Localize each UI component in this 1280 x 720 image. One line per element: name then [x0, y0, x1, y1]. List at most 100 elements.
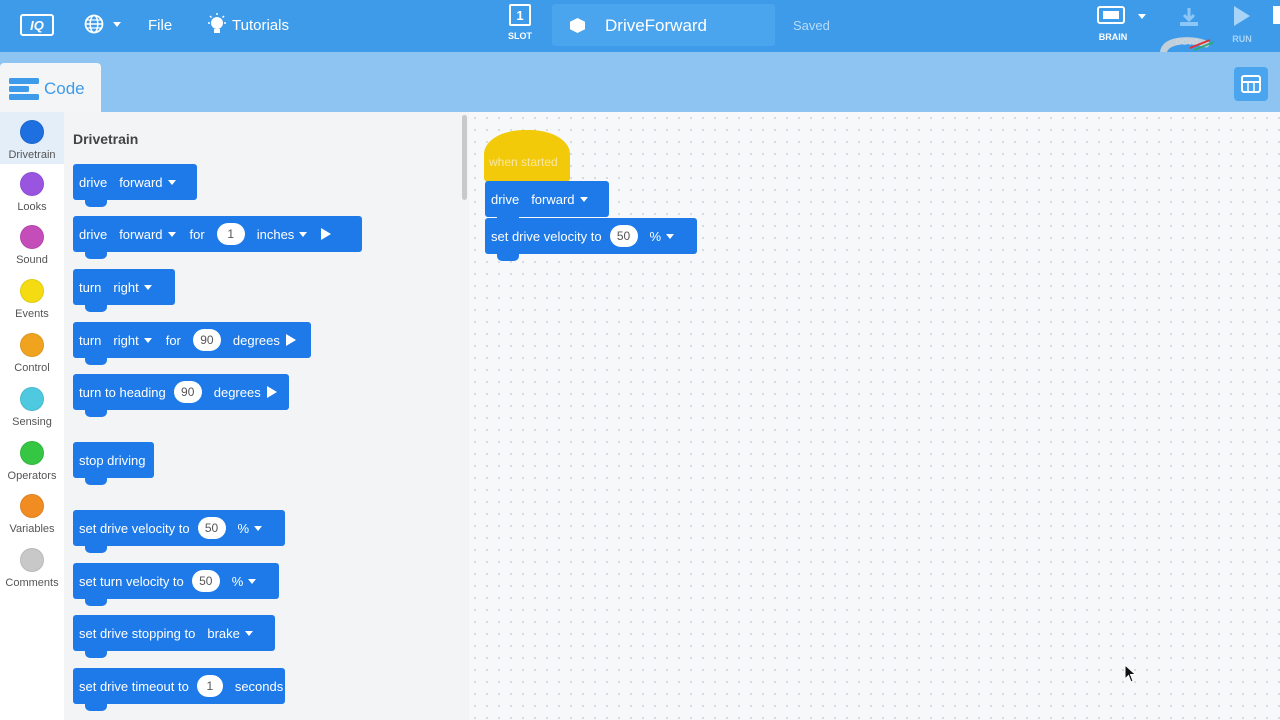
category-sensing[interactable]: Sensing	[0, 387, 64, 428]
chevron-down-icon	[113, 21, 121, 27]
block-text: for	[165, 332, 181, 348]
category-label: Comments	[5, 577, 59, 589]
palette-block-set-drive-timeout[interactable]: set drive timeout to 1 seconds	[73, 668, 285, 711]
palette-block-set-turn-velocity[interactable]: set turn velocity to 50 %	[73, 563, 279, 606]
velocity-input[interactable]: 50	[197, 517, 226, 539]
unit-dropdown[interactable]: %	[650, 229, 675, 244]
block-text: drive	[79, 174, 108, 190]
palette-block-turn[interactable]: turn right	[73, 269, 175, 312]
category-label: Operators	[7, 470, 57, 482]
code-blocks-icon	[9, 78, 39, 100]
category-events[interactable]: Events	[0, 279, 64, 320]
direction-dropdown[interactable]: right	[113, 280, 152, 295]
stop-button-partial[interactable]	[1273, 6, 1280, 24]
chevron-down-icon	[299, 231, 308, 237]
category-control[interactable]: Control	[0, 333, 64, 374]
category-label: Control	[14, 362, 50, 374]
project-name-field[interactable]: DriveForward	[552, 4, 775, 46]
language-menu[interactable]	[84, 14, 121, 34]
unit-dropdown[interactable]: %	[232, 574, 257, 589]
timeout-input[interactable]: 1	[196, 675, 223, 697]
code-tab[interactable]: Code	[0, 63, 101, 112]
dropdown-value: forward	[119, 226, 163, 242]
block-text: set drive timeout to	[79, 678, 189, 694]
brain-label: BRAIN	[1098, 32, 1128, 42]
direction-dropdown[interactable]: forward	[119, 174, 176, 190]
block-text: seconds	[234, 678, 284, 694]
category-sound[interactable]: Sound	[0, 225, 64, 266]
block-text: drive	[79, 226, 108, 242]
play-arrow-icon	[285, 334, 296, 346]
block-text: set drive stopping to	[79, 625, 196, 641]
tutorials-menu[interactable]: Tutorials	[232, 17, 289, 34]
sensing-color-dot	[20, 387, 44, 411]
lightbulb-icon[interactable]	[207, 13, 227, 37]
iq-logo[interactable]: IQ	[20, 14, 54, 36]
direction-dropdown[interactable]: forward	[531, 191, 588, 207]
block-text: set turn velocity to	[79, 573, 184, 589]
play-arrow-icon	[321, 228, 332, 240]
chevron-down-icon	[248, 578, 257, 584]
unit-dropdown[interactable]: inches	[257, 227, 308, 242]
palette-section-title: Drivetrain	[73, 131, 139, 147]
dropdown-value: right	[113, 332, 139, 348]
dropdown-value: %	[237, 520, 250, 536]
palette-block-set-drive-stopping[interactable]: set drive stopping to brake	[73, 615, 275, 658]
category-label: Drivetrain	[8, 149, 56, 161]
category-variables[interactable]: Variables	[0, 494, 64, 535]
degrees-input[interactable]: 90	[192, 329, 221, 351]
dropdown-value: forward	[531, 191, 575, 207]
run-button[interactable]: RUN	[1228, 6, 1256, 44]
block-text: stop driving	[79, 452, 146, 468]
category-label: Sound	[16, 254, 48, 266]
run-icon	[1234, 6, 1250, 26]
looks-color-dot	[20, 172, 44, 196]
block-text: when started	[489, 155, 558, 169]
chevron-down-icon	[1138, 14, 1146, 19]
category-drivetrain[interactable]: Drivetrain	[0, 112, 64, 164]
category-comments[interactable]: Comments	[0, 548, 64, 589]
device-menu-button[interactable]	[1234, 67, 1268, 101]
unit-dropdown[interactable]: %	[238, 521, 263, 536]
palette-block-set-drive-velocity[interactable]: set drive velocity to 50 %	[73, 510, 285, 553]
block-text: set drive velocity to	[491, 228, 602, 244]
editor-tabs-bar: Code	[0, 52, 1280, 112]
workspace-block-set-drive-velocity[interactable]: set drive velocity to 50 %	[485, 218, 697, 261]
palette-block-drive-for[interactable]: drive forward for 1 inches	[73, 216, 362, 259]
velocity-input[interactable]: 50	[609, 225, 638, 247]
comments-color-dot	[20, 548, 44, 572]
heading-input[interactable]: 90	[173, 381, 202, 403]
when-started-block[interactable]: when started	[484, 130, 570, 182]
chevron-down-icon	[167, 231, 176, 237]
block-text: degrees	[213, 384, 261, 400]
category-label: Looks	[17, 201, 47, 213]
palette-block-turn-to-heading[interactable]: turn to heading 90 degrees	[73, 374, 289, 417]
brain-button[interactable]: BRAIN	[1095, 6, 1146, 42]
slot-selector[interactable]: 1 SLOT	[506, 4, 534, 44]
category-label: Events	[15, 308, 49, 320]
workspace-block-drive[interactable]: drive forward	[485, 181, 609, 224]
palette-block-stop-driving[interactable]: stop driving	[73, 442, 154, 485]
project-name: DriveForward	[605, 16, 708, 35]
brain-icon	[1097, 6, 1125, 24]
category-operators[interactable]: Operators	[0, 441, 64, 482]
stopping-mode-dropdown[interactable]: brake	[207, 626, 253, 641]
direction-dropdown[interactable]: forward	[119, 226, 176, 242]
sound-color-dot	[20, 225, 44, 249]
drivetrain-color-dot	[20, 120, 44, 144]
code-tab-label: Code	[44, 79, 85, 98]
dropdown-value: forward	[119, 174, 163, 190]
palette-block-turn-for[interactable]: turn right for 90 degrees	[73, 322, 311, 365]
file-menu[interactable]: File	[148, 17, 172, 34]
palette-scrollbar[interactable]	[462, 115, 467, 200]
chevron-down-icon	[167, 179, 176, 185]
mouse-cursor-icon	[1124, 664, 1137, 683]
events-color-dot	[20, 279, 44, 303]
operators-color-dot	[20, 441, 44, 465]
globe-icon	[84, 14, 104, 34]
velocity-input[interactable]: 50	[191, 570, 220, 592]
category-looks[interactable]: Looks	[0, 172, 64, 213]
direction-dropdown[interactable]: right	[113, 332, 152, 348]
distance-input[interactable]: 1	[216, 223, 245, 245]
palette-block-drive[interactable]: drive forward	[73, 164, 197, 207]
